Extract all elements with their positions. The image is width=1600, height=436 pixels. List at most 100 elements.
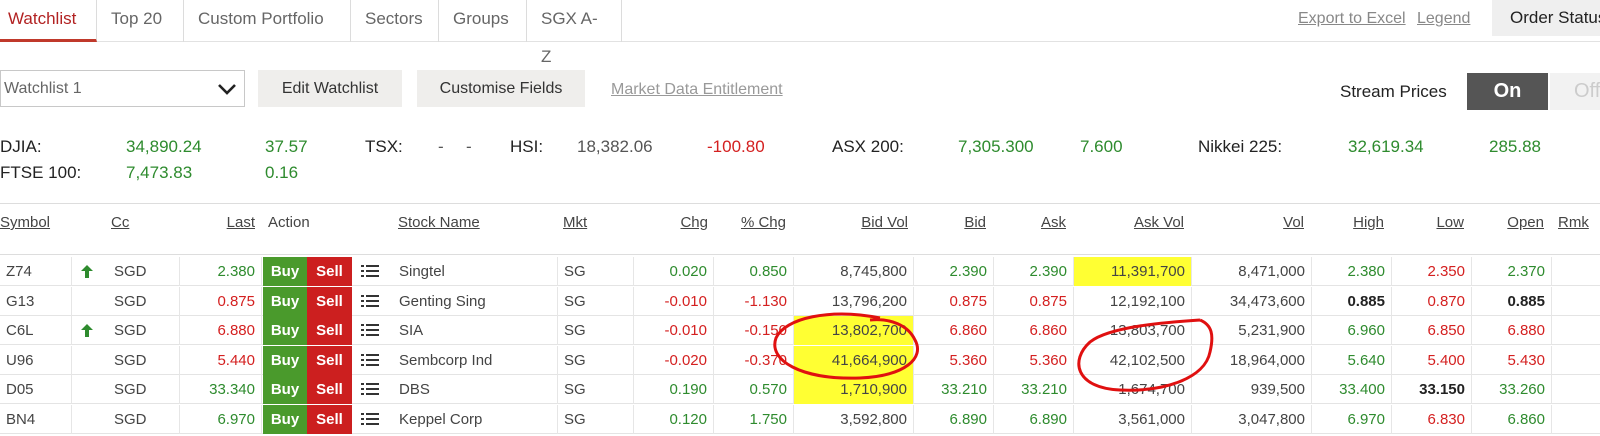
cell-bid: 0.875 xyxy=(914,286,994,316)
cell-name: Singtel xyxy=(393,257,558,286)
cell-pchg: 0.570 xyxy=(714,375,794,404)
stream-on-toggle[interactable]: On xyxy=(1467,73,1548,110)
list-menu-icon[interactable] xyxy=(361,353,379,372)
col-high[interactable]: High xyxy=(1316,214,1384,231)
sell-button[interactable]: Sell xyxy=(307,404,352,434)
cell-symbol: U96 xyxy=(0,345,72,375)
cell-bid: 6.860 xyxy=(914,316,994,345)
cell-chg: 0.190 xyxy=(634,375,714,404)
watchlist-select[interactable]: Watchlist 1 xyxy=(0,70,245,107)
cell-last: 6.970 xyxy=(180,404,262,434)
cell-pchg: -0.150 xyxy=(714,316,794,345)
cell-cc: SGD xyxy=(108,375,180,404)
sell-button[interactable]: Sell xyxy=(307,375,352,404)
cell-pchg: -0.370 xyxy=(714,345,794,375)
cell-ask: 5.360 xyxy=(994,345,1074,375)
buy-button[interactable]: Buy xyxy=(263,375,307,404)
col-cc[interactable]: Cc xyxy=(111,214,129,231)
market-data-entitlement-link[interactable]: Market Data Entitlement xyxy=(611,81,783,99)
cell-vol: 5,231,900 xyxy=(1192,316,1312,345)
watchlist-select-value: Watchlist 1 xyxy=(4,80,82,97)
sell-button[interactable]: Sell xyxy=(307,345,352,375)
export-to-excel-link[interactable]: Export to Excel xyxy=(1298,10,1406,28)
arrow-up-icon xyxy=(81,265,93,283)
col-rmk[interactable]: Rmk xyxy=(1558,214,1589,231)
buy-button[interactable]: Buy xyxy=(263,257,307,286)
tab-custom-portfolio[interactable]: Custom Portfolio xyxy=(184,0,351,42)
cell-last: 6.880 xyxy=(180,316,262,345)
cell-cc: SGD xyxy=(108,316,180,345)
cell-bid: 5.360 xyxy=(914,345,994,375)
table-row[interactable]: U96 SGD 5.440 Sembcorp Ind SG -0.020 -0.370 41,… xyxy=(0,345,1600,375)
col-open[interactable]: Open xyxy=(1476,214,1544,231)
cell-chg: 0.020 xyxy=(634,257,714,286)
index-name-tsx: TSX: xyxy=(365,137,403,156)
col-stock-name[interactable]: Stock Name xyxy=(398,214,480,231)
cell-low: 5.400 xyxy=(1392,345,1472,375)
col-pct-chg[interactable]: % Chg xyxy=(720,214,786,231)
col-chg[interactable]: Chg xyxy=(640,214,708,231)
cell-open: 2.370 xyxy=(1472,257,1552,286)
index-last-nikkei225: 32,619.34 xyxy=(1348,137,1424,156)
col-last[interactable]: Last xyxy=(195,214,255,231)
cell-vol: 3,047,800 xyxy=(1192,404,1312,434)
tab-top-20[interactable]: Top 20 xyxy=(97,0,184,42)
table-row[interactable]: D05 SGD 33.340 DBS SG 0.190 0.570 1,710,900 33.2… xyxy=(0,375,1600,404)
cell-last: 5.440 xyxy=(180,345,262,375)
cell-low: 33.150 xyxy=(1392,375,1472,404)
legend-link[interactable]: Legend xyxy=(1417,10,1470,28)
tab-sectors[interactable]: Sectors xyxy=(351,0,439,42)
sell-button[interactable]: Sell xyxy=(307,286,352,316)
cell-name: Genting Sing xyxy=(393,286,558,316)
col-symbol[interactable]: Symbol xyxy=(0,214,50,231)
cell-mkt: SG xyxy=(558,257,634,286)
col-action: Action xyxy=(268,214,310,231)
table-row[interactable]: BN4 SGD 6.970 Keppel Corp SG 0.120 1.750 3,592,… xyxy=(0,404,1600,434)
col-low[interactable]: Low xyxy=(1396,214,1464,231)
cell-name: Sembcorp Ind xyxy=(393,345,558,375)
buy-button[interactable]: Buy xyxy=(263,286,307,316)
col-bid-vol[interactable]: Bid Vol xyxy=(800,214,908,231)
buy-button[interactable]: Buy xyxy=(263,404,307,434)
stream-off-toggle[interactable]: Off xyxy=(1550,73,1600,110)
tab-groups[interactable]: Groups xyxy=(439,0,527,42)
cell-high: 6.970 xyxy=(1312,404,1392,434)
cell-high: 33.400 xyxy=(1312,375,1392,404)
cell-symbol: BN4 xyxy=(0,404,72,434)
cell-vol: 34,473,600 xyxy=(1192,286,1312,316)
cell-askvol: 42,102,500 xyxy=(1074,345,1192,375)
cell-high: 2.380 xyxy=(1312,257,1392,286)
col-ask-vol[interactable]: Ask Vol xyxy=(1076,214,1184,231)
buy-button[interactable]: Buy xyxy=(263,316,307,345)
cell-askvol: 12,192,100 xyxy=(1074,286,1192,316)
tab-watchlist[interactable]: Watchlist xyxy=(0,0,97,42)
cell-low: 6.850 xyxy=(1392,316,1472,345)
cell-open: 6.880 xyxy=(1472,316,1552,345)
list-menu-icon[interactable] xyxy=(361,412,379,431)
buy-button[interactable]: Buy xyxy=(263,345,307,375)
list-menu-icon[interactable] xyxy=(361,294,379,313)
list-menu-icon[interactable] xyxy=(361,264,379,283)
table-row[interactable]: G13 SGD 0.875 Genting Sing SG -0.010 -1.130 13,… xyxy=(0,286,1600,316)
cell-open: 6.860 xyxy=(1472,404,1552,434)
cell-pchg: 1.750 xyxy=(714,404,794,434)
tab-sgx-a-z[interactable]: SGX A-Z xyxy=(527,0,622,66)
table-row[interactable]: C6L SGD 6.880 SIA SG -0.010 -0.150 13,802,700 6.… xyxy=(0,316,1600,345)
cell-chg: 0.120 xyxy=(634,404,714,434)
cell-askvol: 13,803,700 xyxy=(1074,316,1192,345)
table-row[interactable]: Z74 SGD 2.380 Singtel SG 0.020 0.850 8,745,800 2… xyxy=(0,257,1600,286)
sell-button[interactable]: Sell xyxy=(307,316,352,345)
col-mkt[interactable]: Mkt xyxy=(563,214,587,231)
sell-button[interactable]: Sell xyxy=(307,257,352,286)
list-menu-icon[interactable] xyxy=(361,323,379,342)
customise-fields-button[interactable]: Customise Fields xyxy=(417,70,585,107)
col-vol[interactable]: Vol xyxy=(1196,214,1304,231)
col-ask[interactable]: Ask xyxy=(1000,214,1066,231)
cell-symbol: G13 xyxy=(0,286,72,316)
index-chg-tsx: - xyxy=(466,137,472,156)
order-status-button[interactable]: Order Status xyxy=(1492,0,1600,36)
cell-bid: 33.210 xyxy=(914,375,994,404)
edit-watchlist-button[interactable]: Edit Watchlist xyxy=(258,70,402,107)
list-menu-icon[interactable] xyxy=(361,382,379,401)
col-bid[interactable]: Bid xyxy=(920,214,986,231)
